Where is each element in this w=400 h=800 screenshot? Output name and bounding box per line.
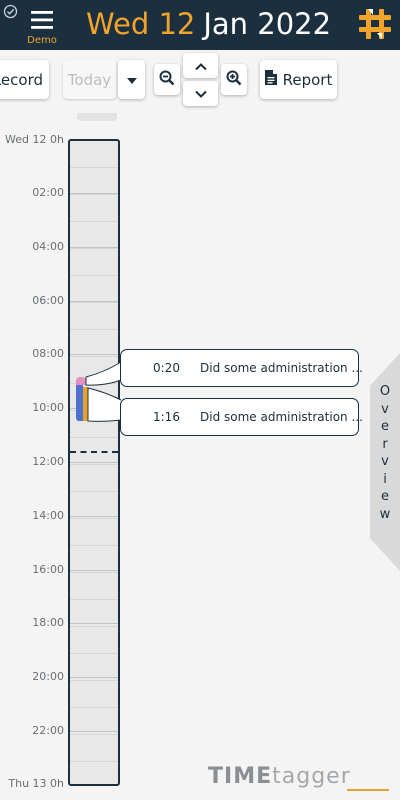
brand-time: TIME <box>208 764 273 789</box>
overview-letter: r <box>382 436 388 452</box>
overview-letter: O <box>379 384 391 399</box>
record-card[interactable]: 1:16 Did some administration ... <box>120 398 363 436</box>
overview-letter: i <box>383 471 387 487</box>
overview-letter: v <box>381 454 389 469</box>
record-duration: 1:16 <box>153 410 180 424</box>
overview-label: Overview <box>378 383 392 523</box>
record-card[interactable]: 0:20 Did some administration ... <box>120 349 363 387</box>
brand-wordmark: TIMEtagger <box>208 764 351 789</box>
overview-letter: e <box>381 419 389 434</box>
brand-tagger: tagger <box>272 764 351 789</box>
overview-letter: w <box>379 506 391 522</box>
overview-letter: v <box>381 401 389 417</box>
record-description: Did some administration ... <box>200 361 363 375</box>
brand-underline <box>347 789 389 791</box>
overview-letter: e <box>381 489 389 504</box>
record-duration: 0:20 <box>153 361 180 375</box>
record-description: Did some administration ... <box>200 410 363 424</box>
